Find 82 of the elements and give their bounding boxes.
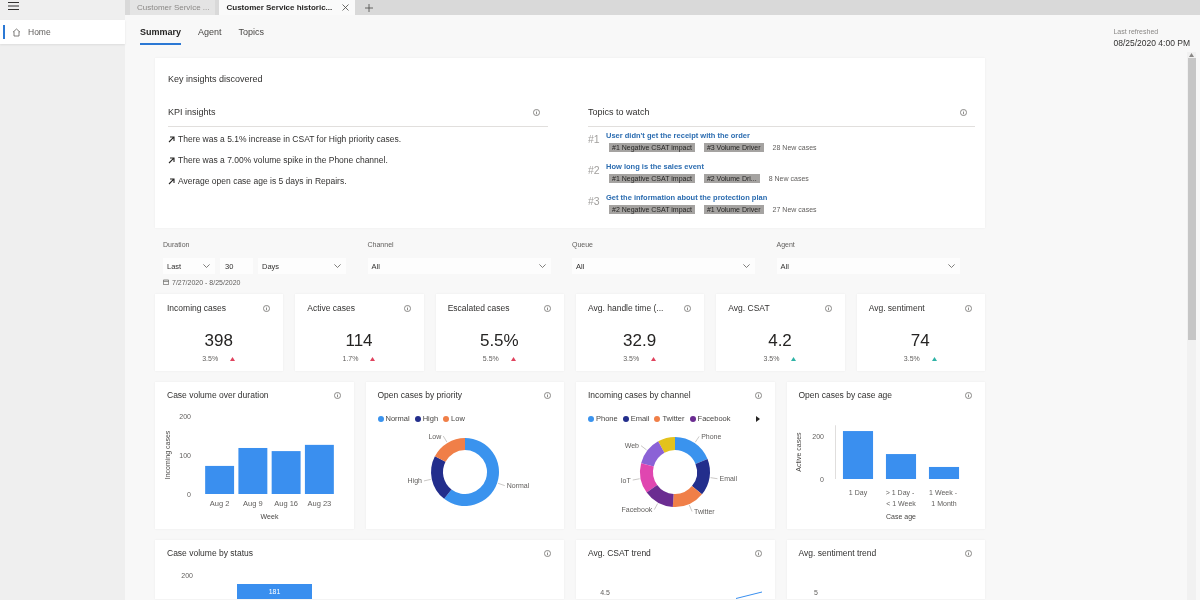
chart-title: Incoming cases by channel [588, 389, 691, 401]
nav-item[interactable]: Home [0, 20, 125, 44]
chevron-down-icon [334, 264, 341, 268]
kpi-value: 398 [204, 331, 233, 351]
last-refreshed-value: 08/25/2020 4:00 PM [1113, 38, 1190, 49]
kpi-title: Avg. CSAT [728, 302, 770, 314]
bar [238, 448, 268, 494]
close-icon[interactable] [342, 4, 350, 11]
card-title: Key insights discovered [168, 74, 263, 84]
chart-title: Avg. CSAT trend [588, 547, 651, 559]
info-icon[interactable] [544, 549, 551, 557]
info-icon[interactable] [965, 391, 972, 399]
leader-line [497, 483, 505, 486]
chart-title: Open cases by case age [798, 389, 893, 401]
info-icon[interactable] [684, 304, 692, 312]
tab[interactable]: Agent [198, 27, 222, 45]
kpi-title: Avg. handle time (... [588, 302, 664, 314]
bar [928, 466, 959, 479]
kpi-value: 32.9 [623, 331, 657, 351]
bar [842, 431, 873, 479]
kpi-title: Incoming cases [167, 302, 227, 314]
kpi-title: Avg. sentiment [868, 302, 925, 314]
bar [205, 465, 235, 494]
info-icon[interactable] [403, 304, 411, 312]
info-icon[interactable] [333, 391, 341, 399]
info-icon[interactable] [824, 304, 832, 312]
rank-label: #2 [588, 164, 601, 178]
section-title: KPI insights [168, 106, 216, 118]
chevron-down-icon [743, 264, 750, 268]
scrollbar-track[interactable] [1187, 52, 1196, 600]
chevron-down-icon [203, 264, 210, 268]
info-icon[interactable] [965, 304, 972, 312]
tab[interactable]: Customer Service historic... [219, 0, 356, 15]
info-icon[interactable] [544, 391, 551, 399]
scrollbar-thumb[interactable] [1187, 58, 1196, 340]
leader-line [653, 503, 658, 511]
chart-title: Case volume over duration [167, 389, 269, 401]
arrow-up-right-icon [168, 156, 175, 164]
kpi-value: 114 [345, 331, 373, 351]
chart-title: Open cases by priority [377, 389, 463, 401]
tab[interactable]: Summary [140, 27, 182, 45]
kpi-title: Active cases [307, 302, 356, 314]
chart-title: Case volume by status [167, 547, 253, 559]
info-icon[interactable] [965, 549, 972, 557]
info-icon[interactable] [754, 391, 762, 399]
chevron-down-icon [538, 264, 546, 268]
kpi-value: 4.2 [768, 331, 792, 351]
tab[interactable]: Topics [238, 27, 265, 45]
arrow-up-right-icon [168, 135, 175, 143]
leader-line [694, 436, 700, 443]
chevron-down-icon [947, 264, 955, 268]
plus-icon[interactable] [365, 3, 374, 12]
chart-title: Avg. sentiment trend [798, 547, 877, 559]
y-axis [834, 424, 836, 480]
info-icon[interactable] [544, 304, 551, 312]
caret-right-icon[interactable] [755, 416, 760, 422]
info-icon[interactable] [263, 304, 271, 312]
insight-text: There was a 5.1% increase in CSAT for High priority cases. [178, 133, 402, 145]
calendar-icon [163, 279, 169, 285]
leader-line [640, 445, 647, 451]
arrow-up-right-icon [168, 177, 175, 185]
home-icon [12, 27, 21, 37]
rank-label: #3 [588, 195, 601, 209]
kpi-value: 5.5% [479, 331, 519, 351]
kpi-value: 74 [910, 331, 930, 351]
leader-line [423, 479, 431, 482]
rank-label: #1 [588, 133, 601, 147]
info-icon[interactable] [533, 108, 540, 116]
leader-line [442, 435, 447, 443]
leader-line [688, 504, 693, 512]
bar [304, 444, 334, 494]
leader-line [632, 478, 640, 481]
leader-line [710, 477, 718, 480]
kpi-title: Escalated cases [447, 302, 510, 314]
menu-icon[interactable] [8, 2, 19, 10]
bar [271, 451, 301, 494]
insight-text: Average open case age is 5 days in Repairs. [178, 175, 347, 187]
info-icon[interactable] [960, 108, 967, 116]
info-icon[interactable] [754, 549, 762, 557]
insight-text: There was a 7.00% volume spike in the Phone channel. [178, 154, 388, 166]
section-title: Topics to watch [588, 106, 650, 118]
bar [885, 454, 916, 479]
